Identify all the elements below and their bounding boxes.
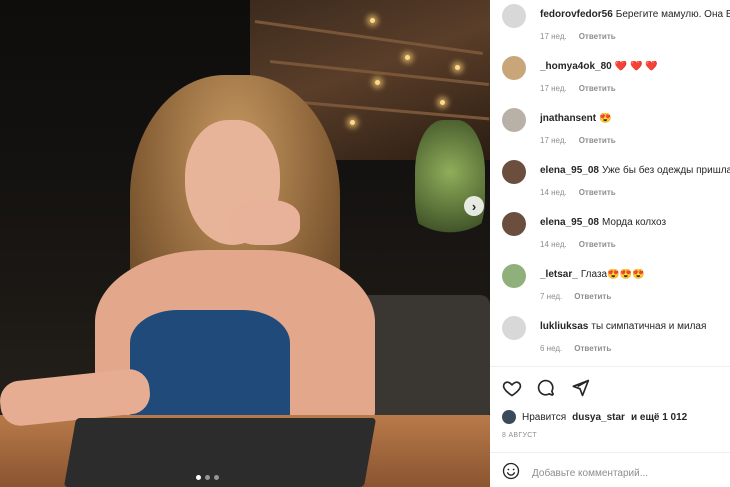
comment-time[interactable]: 17 нед.	[540, 84, 567, 93]
comment-username[interactable]: fedorovfedor56	[540, 9, 613, 20]
carousel-dot	[205, 475, 210, 480]
comment-username[interactable]: elena_95_08	[540, 217, 599, 228]
comment-time[interactable]: 17 нед.	[540, 136, 567, 145]
comment-username[interactable]: _letsar_	[540, 269, 578, 280]
share-icon[interactable]	[570, 378, 590, 398]
comment-item: _homya4ok_80 ❤️ ❤️ ❤️ 17 нед. Ответить	[502, 56, 730, 108]
divider	[490, 366, 730, 367]
tree-background	[415, 120, 485, 250]
comment-text: Уже бы без одежды пришла	[601, 165, 730, 176]
comment-input[interactable]	[530, 467, 724, 480]
avatar[interactable]	[502, 108, 526, 132]
comment-item: _letsar_ Глаза😍😍😍 7 нед. Ответить	[502, 264, 730, 316]
comment-time[interactable]: 14 нед.	[540, 188, 567, 197]
chair-background	[355, 295, 490, 420]
likes-count[interactable]: и ещё 1 012	[631, 412, 687, 423]
comment-username[interactable]: elena_95_08	[540, 165, 599, 176]
comment-text: 😍	[599, 113, 612, 124]
comment-text: Морда колхоз	[601, 217, 667, 228]
light-bulb	[440, 100, 445, 105]
avatar[interactable]	[502, 410, 516, 424]
likes-prefix: Нравится	[522, 411, 567, 423]
comment-text: ❤️ ❤️ ❤️	[614, 61, 658, 72]
reply-button[interactable]: Ответить	[574, 344, 611, 353]
reply-button[interactable]: Ответить	[579, 136, 616, 145]
post-date[interactable]: 8 АВГУСТ	[502, 432, 537, 439]
reply-button[interactable]: Ответить	[579, 84, 616, 93]
comments-panel: fedorovfedor56 Берегите мамулю. Она Ва 17…	[490, 0, 730, 487]
comment-time[interactable]: 6 нед.	[540, 344, 562, 353]
comment-username[interactable]: _homya4ok_80	[540, 61, 612, 72]
light-bulb	[455, 65, 460, 70]
likes-row: Нравится dusya_star и ещё 1 012	[502, 410, 687, 424]
comment-time[interactable]: 17 нед.	[540, 32, 567, 41]
light-bulb	[370, 18, 375, 23]
light-bulb	[350, 120, 355, 125]
post-photo[interactable]: ›	[0, 0, 490, 487]
carousel-dot	[196, 475, 201, 480]
comments-list: fedorovfedor56 Берегите мамулю. Она Ва 17…	[490, 0, 730, 366]
comment-item: elena_95_08 Морда колхоз 14 нед. Ответить	[502, 212, 730, 264]
action-bar	[502, 378, 590, 398]
heart-icon[interactable]	[502, 378, 522, 398]
comment-text: ты симпатичная и милая	[591, 321, 707, 332]
reply-button[interactable]: Ответить	[579, 32, 616, 41]
divider	[490, 452, 730, 453]
comment-username[interactable]: jnathansent	[540, 113, 596, 124]
smiley-icon[interactable]	[502, 462, 520, 485]
light-bulb	[405, 55, 410, 60]
comment-text: Глаза😍😍😍	[580, 269, 645, 280]
reply-button[interactable]: Ответить	[574, 292, 611, 301]
person-top	[130, 310, 290, 420]
comment-time[interactable]: 7 нед.	[540, 292, 562, 301]
avatar[interactable]	[502, 212, 526, 236]
chevron-right-icon[interactable]: ›	[464, 196, 484, 216]
reply-button[interactable]: Ответить	[579, 188, 616, 197]
carousel-dot	[214, 475, 219, 480]
person-hand	[230, 200, 300, 245]
comment-item: fedorovfedor56 Берегите мамулю. Она Ва 17…	[502, 4, 730, 56]
avatar[interactable]	[502, 264, 526, 288]
plate	[63, 418, 377, 487]
comment-text: Берегите мамулю. Она Ва	[615, 9, 730, 20]
avatar[interactable]	[502, 160, 526, 184]
instagram-post-view: › fedorovfedor56 Берегите мамулю. Она Ва …	[0, 0, 730, 487]
comment-item: lukliuksas ты симпатичная и милая 6 нед. О…	[502, 316, 730, 366]
carousel-indicator	[196, 475, 219, 480]
comment-icon[interactable]	[536, 378, 556, 398]
light-bulb	[375, 80, 380, 85]
add-comment-row	[502, 462, 724, 485]
avatar[interactable]	[502, 4, 526, 28]
likes-user[interactable]: dusya_star	[572, 412, 625, 423]
avatar[interactable]	[502, 316, 526, 340]
reply-button[interactable]: Ответить	[579, 240, 616, 249]
comment-username[interactable]: lukliuksas	[540, 321, 588, 332]
avatar[interactable]	[502, 56, 526, 80]
comment-item: elena_95_08 Уже бы без одежды пришла 14 н…	[502, 160, 730, 212]
comment-item: jnathansent 😍 17 нед. Ответить	[502, 108, 730, 160]
comment-time[interactable]: 14 нед.	[540, 240, 567, 249]
